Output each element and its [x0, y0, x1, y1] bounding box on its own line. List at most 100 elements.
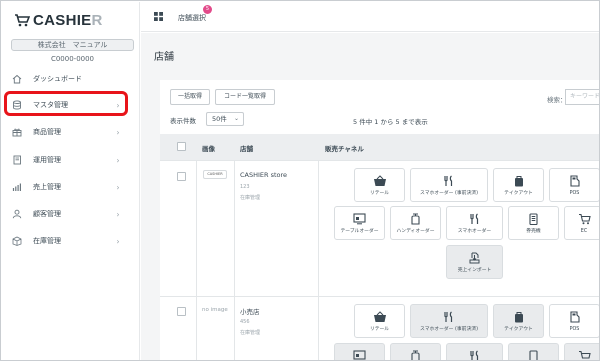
chevron-right-icon: ›	[116, 209, 120, 219]
table-header: 画像 店舗 販売チャネル	[160, 134, 599, 160]
header-channels: 販売チャネル	[325, 145, 364, 153]
channel-tile-takeout[interactable]: テイクアウト	[493, 168, 544, 202]
store-note: 在庫管理	[240, 195, 261, 201]
ticket-machine-icon	[529, 213, 538, 225]
top-bar: 店舗選択 5	[141, 2, 599, 32]
chevron-right-icon: ›	[116, 236, 120, 246]
store-note: 在庫管理	[240, 330, 261, 336]
sidebar-item-label: 売上管理	[33, 183, 61, 191]
channel-tile-table-order[interactable]: テーブルオーダー	[334, 206, 385, 240]
channel-tile-pos[interactable]: POS	[549, 304, 599, 338]
header-store: 店舗	[240, 145, 253, 153]
sidebar-item-sales[interactable]: 売上管理 ›	[10, 178, 132, 196]
notification-badge: 5	[203, 5, 212, 14]
home-icon	[11, 73, 23, 85]
channel-tile-partial[interactable]	[508, 343, 559, 360]
channel-tile-takeout[interactable]: テイクアウト	[493, 304, 544, 338]
row-checkbox[interactable]	[177, 172, 186, 181]
sidebar-item-dashboard[interactable]: ダッシュボード	[10, 70, 132, 88]
logo-text: CASHIER	[33, 11, 103, 29]
logo[interactable]: CASHIER	[14, 11, 103, 29]
store-logo-image: CASHIER	[203, 170, 227, 179]
channel-tile-smartphone-prepay[interactable]: スマホオーダー (事前決済)	[410, 168, 488, 202]
channel-tile-partial[interactable]	[334, 343, 385, 360]
channel-tile-retail[interactable]: リテール	[354, 168, 405, 202]
store-name[interactable]: 小売店	[240, 306, 260, 316]
grid-menu-icon[interactable]	[154, 12, 163, 21]
table-row[interactable]: no image 小売店 456 在庫管理 リテール スマホオーダー (事前決済…	[160, 296, 599, 360]
sidebar: CASHIER 株式会社 マニュアル C0000-0000 ダッシュボード マス…	[2, 2, 140, 360]
channel-tile-partial[interactable]	[564, 343, 599, 360]
handy-icon	[411, 350, 420, 360]
sidebar-item-products[interactable]: 商品管理 ›	[10, 123, 132, 141]
channel-tile-pos[interactable]: POS	[549, 168, 599, 202]
gift-icon	[11, 126, 23, 138]
table-row[interactable]: CASHIER CASHIER store 123 在庫管理 リテール スマホオ…	[160, 160, 599, 297]
highlight-annotation	[4, 91, 128, 116]
sidebar-item-label: 商品管理	[33, 128, 61, 136]
channel-tile-partial[interactable]	[446, 343, 503, 360]
table-order-icon	[353, 350, 366, 360]
channel-tile-handy-order[interactable]: ハンディオーダー	[390, 206, 441, 240]
search-input[interactable]: キーワード	[565, 89, 599, 105]
ticket-machine-icon	[529, 350, 538, 360]
sidebar-item-label: 顧客管理	[33, 210, 61, 218]
sidebar-item-label: ダッシュボード	[33, 75, 82, 83]
takeout-bag-icon	[514, 176, 523, 187]
handy-icon	[411, 213, 420, 225]
register-icon	[15, 14, 30, 27]
channel-tile-smartphone-prepay[interactable]: スマホオーダー (事前決済)	[410, 304, 488, 338]
cart-icon	[578, 213, 591, 225]
channel-tile-retail[interactable]: リテール	[354, 304, 405, 338]
select-all-checkbox[interactable]	[177, 142, 186, 151]
channel-tile-sales-import[interactable]: 売上インポート	[446, 245, 503, 279]
sidebar-item-label: 在庫管理	[33, 237, 61, 245]
cutlery-icon	[444, 175, 453, 186]
page-title: 店舗	[154, 52, 174, 63]
channel-tile-ticket-machine[interactable]: 券売機	[508, 206, 559, 240]
row-checkbox[interactable]	[177, 307, 186, 316]
takeout-bag-icon	[514, 312, 523, 323]
store-name[interactable]: CASHIER store	[240, 171, 287, 179]
store-image-placeholder: no image	[202, 307, 228, 313]
channel-tile-partial[interactable]	[390, 343, 441, 360]
search-label: 検索：	[547, 96, 567, 104]
chevron-down-icon: ⌄	[233, 115, 239, 122]
store-code: 456	[240, 319, 250, 325]
per-page-select[interactable]: 50件 ⌄	[206, 112, 244, 126]
sidebar-item-operations[interactable]: 運用管理 ›	[10, 151, 132, 169]
bar-chart-icon	[11, 181, 23, 193]
sidebar-item-inventory[interactable]: 在庫管理 ›	[10, 232, 132, 250]
book-icon	[11, 154, 23, 166]
main-content: 店舗 一括取得 コード一覧取得 検索： キーワード 表示件数 50件 ⌄ 5 件…	[141, 33, 599, 360]
cutlery-icon	[469, 213, 478, 224]
chevron-right-icon: ›	[116, 155, 120, 165]
store-code: 123	[240, 184, 250, 190]
record-count: 5 件中 1 から 5 まで表示	[353, 118, 428, 126]
user-icon	[11, 208, 23, 220]
pos-icon	[569, 311, 580, 323]
table-order-icon	[353, 213, 366, 225]
cart-icon	[578, 350, 591, 359]
cutlery-icon	[469, 350, 478, 360]
bulk-fetch-button[interactable]: 一括取得	[170, 89, 210, 105]
basket-icon	[373, 175, 386, 186]
channel-tile-ec[interactable]: EC	[564, 206, 599, 240]
pos-icon	[569, 175, 580, 187]
company-selector[interactable]: 株式会社 マニュアル	[11, 39, 134, 51]
store-list-card: 一括取得 コード一覧取得 検索： キーワード 表示件数 50件 ⌄ 5 件中 1…	[160, 80, 599, 360]
chevron-right-icon: ›	[116, 182, 120, 192]
box-icon	[11, 235, 23, 247]
chevron-right-icon: ›	[116, 127, 120, 137]
sidebar-item-customers[interactable]: 顧客管理 ›	[10, 205, 132, 223]
store-select-link[interactable]: 店舗選択	[178, 13, 206, 23]
basket-icon	[373, 311, 386, 322]
sidebar-item-label: 運用管理	[33, 156, 61, 164]
channel-tile-smartphone-order[interactable]: スマホオーダー	[446, 206, 503, 240]
app-window: CASHIER 株式会社 マニュアル C0000-0000 ダッシュボード マス…	[0, 0, 600, 361]
header-image: 画像	[202, 145, 215, 153]
per-page-label: 表示件数	[170, 117, 196, 125]
import-icon	[469, 252, 480, 264]
code-list-fetch-button[interactable]: コード一覧取得	[215, 89, 275, 105]
company-code: C0000-0000	[50, 55, 95, 63]
